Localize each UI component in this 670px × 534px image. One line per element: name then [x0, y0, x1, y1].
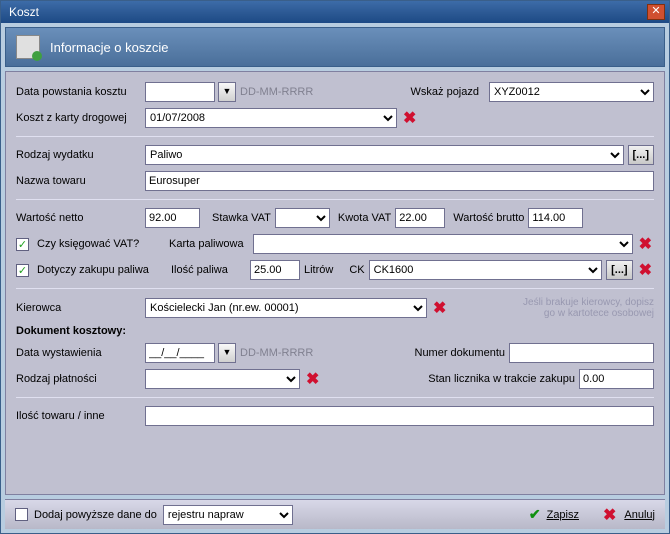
clear-koszt-karty[interactable]: ✖	[401, 108, 418, 128]
label-data-wystawienia: Data wystawienia	[16, 347, 141, 359]
date-picker-toggle-2[interactable]: ▼	[218, 343, 236, 363]
clear-karta-paliwowa[interactable]: ✖	[637, 234, 654, 254]
kierowca-hint1: Jeśli brakuje kierowcy, dopisz	[452, 297, 654, 308]
input-nazwa-towaru[interactable]	[145, 171, 654, 191]
label-stawka-vat: Stawka VAT	[212, 212, 271, 224]
select-rodzaj-plat[interactable]	[145, 369, 300, 389]
cancel-button[interactable]: Anuluj	[624, 509, 655, 521]
cost-icon	[16, 35, 40, 59]
label-rodzaj-plat: Rodzaj płatności	[16, 373, 141, 385]
label-rodzaj-wydatku: Rodzaj wydatku	[16, 149, 141, 161]
select-karta-paliwowa[interactable]	[253, 234, 633, 254]
label-litrow: Litrów	[304, 264, 333, 276]
separator	[16, 288, 654, 289]
input-stan-licznika[interactable]	[579, 369, 654, 389]
browse-rodzaj[interactable]: [...]	[628, 145, 655, 165]
input-data-wystawienia[interactable]	[145, 343, 215, 363]
separator	[16, 397, 654, 398]
label-wartosc-brutto: Wartość brutto	[453, 212, 524, 224]
select-koszt-karty[interactable]: 01/07/2008	[145, 108, 397, 128]
separator	[16, 136, 654, 137]
label-ilosc-paliwa: Ilość paliwa	[171, 264, 246, 276]
label-numer-dok: Numer dokumentu	[415, 347, 506, 359]
dokument-header: Dokument kosztowy:	[16, 325, 126, 337]
check-icon: ✔	[529, 506, 541, 523]
label-dotyczy-paliwa: Dotyczy zakupu paliwa	[37, 264, 167, 276]
label-ilosc-inne: Ilość towaru / inne	[16, 410, 141, 422]
input-kwota-vat[interactable]	[395, 208, 445, 228]
input-numer-dok[interactable]	[509, 343, 654, 363]
select-pojazd[interactable]: XYZ0012	[489, 82, 654, 102]
kierowca-hint2: go w kartotece osobowej	[452, 308, 654, 319]
label-wartosc-netto: Wartość netto	[16, 212, 141, 224]
window: Koszt ✕ Informacje o koszcie Data powsta…	[0, 0, 670, 534]
label-karta-paliwowa: Karta paliwowa	[169, 238, 249, 250]
label-data-powstania: Data powstania kosztu	[16, 86, 141, 98]
label-nazwa-towaru: Nazwa towaru	[16, 175, 141, 187]
cancel-icon: ✖	[601, 505, 618, 525]
checkbox-dotyczy-paliwa[interactable]: ✓	[16, 264, 29, 277]
date-picker-toggle[interactable]: ▼	[218, 82, 236, 102]
label-dodaj: Dodaj powyższe dane do	[34, 509, 157, 521]
checkbox-dodaj[interactable]	[15, 508, 28, 521]
clear-rodzaj-plat[interactable]: ✖	[304, 369, 321, 389]
titlebar: Koszt ✕	[1, 1, 669, 23]
date-hint: DD-MM-RRRR	[240, 86, 313, 98]
clear-kierowca[interactable]: ✖	[431, 298, 448, 318]
separator	[16, 199, 654, 200]
input-wartosc-brutto[interactable]	[528, 208, 583, 228]
label-ck: CK	[349, 264, 364, 276]
label-kierowca: Kierowca	[16, 302, 141, 314]
browse-ck[interactable]: [...]	[606, 260, 633, 280]
header-bar: Informacje o koszcie	[5, 27, 665, 67]
form-content: Data powstania kosztu ▼ DD-MM-RRRR Wskaż…	[5, 71, 665, 495]
input-data-powstania[interactable]	[145, 82, 215, 102]
label-kwota-vat: Kwota VAT	[338, 212, 391, 224]
close-button[interactable]: ✕	[647, 4, 665, 20]
select-rodzaj-wydatku[interactable]: Paliwo	[145, 145, 624, 165]
date-hint-2: DD-MM-RRRR	[240, 347, 313, 359]
input-wartosc-netto[interactable]	[145, 208, 200, 228]
input-ilosc-paliwa[interactable]	[250, 260, 300, 280]
input-ilosc-inne[interactable]	[145, 406, 654, 426]
save-button[interactable]: Zapisz	[547, 509, 579, 521]
select-ck[interactable]: CK1600	[369, 260, 602, 280]
select-kierowca[interactable]: Kościelecki Jan (nr.ew. 00001)	[145, 298, 427, 318]
label-wskaz-pojazd: Wskaż pojazd	[411, 86, 479, 98]
checkbox-ksiegowac-vat[interactable]: ✓	[16, 238, 29, 251]
header-title: Informacje o koszcie	[50, 40, 169, 55]
footer: Dodaj powyższe dane do rejestru napraw ✔…	[5, 499, 665, 529]
select-dodaj-do[interactable]: rejestru napraw	[163, 505, 293, 525]
label-ksiegowac: Czy księgować VAT?	[37, 238, 145, 250]
window-title: Koszt	[9, 5, 647, 19]
select-stawka-vat[interactable]	[275, 208, 330, 228]
clear-ck[interactable]: ✖	[637, 260, 654, 280]
label-stan-licznika: Stan licznika w trakcie zakupu	[428, 373, 575, 385]
label-koszt-karty: Koszt z karty drogowej	[16, 112, 141, 124]
